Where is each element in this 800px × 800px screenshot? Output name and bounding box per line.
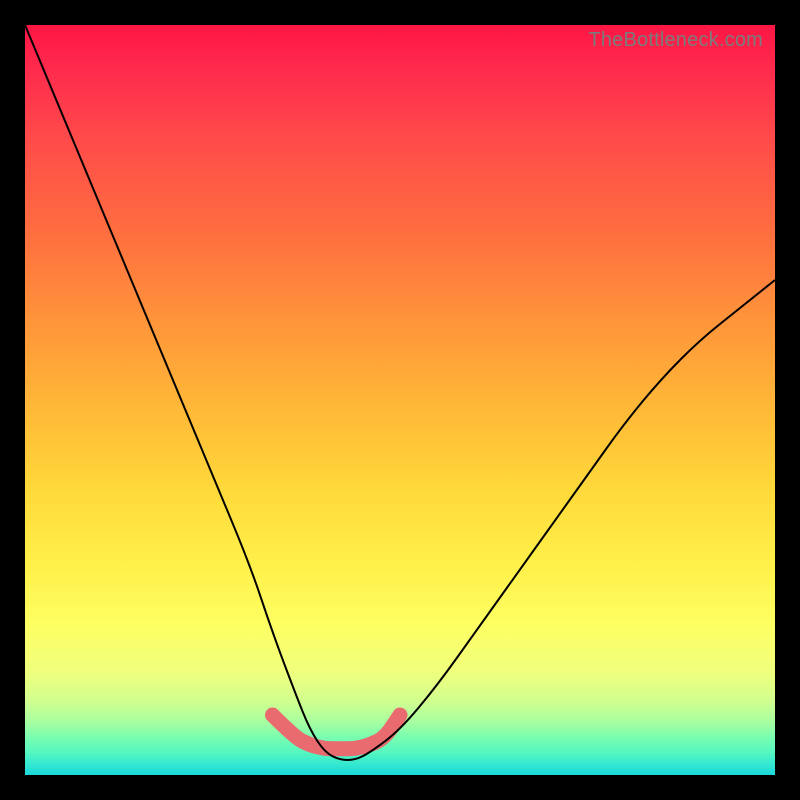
curve-layer	[25, 25, 775, 775]
chart-frame: TheBottleneck.com	[0, 0, 800, 800]
plot-area: TheBottleneck.com	[25, 25, 775, 775]
bottleneck-curve	[25, 25, 775, 760]
